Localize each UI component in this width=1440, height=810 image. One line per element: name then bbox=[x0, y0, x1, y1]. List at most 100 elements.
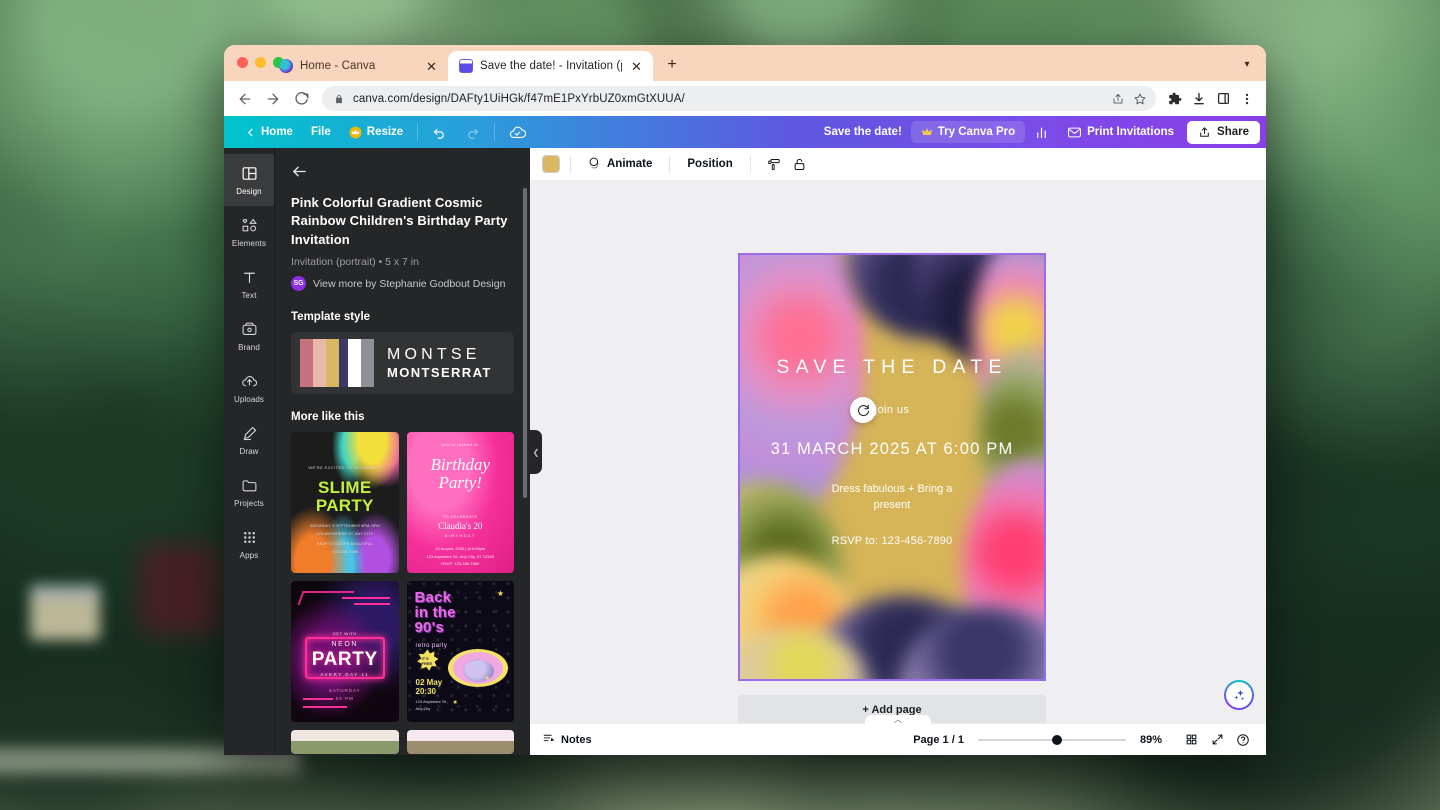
page-color-button[interactable] bbox=[542, 155, 560, 173]
sidebar-item-label: Design bbox=[236, 186, 262, 196]
file-button[interactable]: File bbox=[302, 121, 340, 143]
sidebar-item-projects[interactable]: Projects bbox=[224, 466, 274, 518]
sidebar-item-design[interactable]: Design bbox=[224, 154, 274, 206]
share-button[interactable]: Share bbox=[1187, 120, 1260, 144]
panel-scrollbar[interactable] bbox=[523, 188, 527, 498]
minimize-window-button[interactable] bbox=[255, 57, 266, 68]
side-panel-icon[interactable] bbox=[1212, 88, 1234, 110]
sidebar-item-label: Text bbox=[241, 290, 257, 300]
template-author[interactable]: SG View more by Stephanie Godbout Design bbox=[291, 276, 514, 292]
page-indicator[interactable]: Page 1 / 1 bbox=[913, 734, 964, 746]
close-window-button[interactable] bbox=[237, 57, 248, 68]
divider bbox=[669, 155, 671, 173]
resize-button[interactable]: Resize bbox=[340, 121, 412, 144]
list-item[interactable] bbox=[406, 730, 514, 755]
design-page[interactable]: SAVE THE DATE join us 31 MARCH 2025 AT 6… bbox=[738, 253, 1046, 681]
browser-window: Home - Canva ✕ Save the date! - Invitati… bbox=[224, 45, 1266, 755]
list-item[interactable]: Back in the 90's retro party IT'S FREE 02 M… bbox=[406, 581, 514, 723]
sidebar-item-elements[interactable]: Elements bbox=[224, 206, 274, 258]
position-button[interactable]: Position bbox=[680, 154, 739, 174]
avatar: SG bbox=[291, 276, 306, 292]
animate-button[interactable]: Animate bbox=[581, 152, 659, 177]
home-button[interactable]: Home bbox=[236, 121, 302, 143]
divider bbox=[749, 155, 751, 173]
lock-icon bbox=[331, 91, 346, 106]
list-item[interactable]: SLIME PARTY WE'RE EXCITED TO CELEBRATE SA… bbox=[291, 432, 399, 574]
close-icon[interactable]: ✕ bbox=[424, 59, 439, 74]
share-icon[interactable] bbox=[1110, 91, 1125, 106]
help-icon[interactable] bbox=[1232, 729, 1254, 751]
event-date-time: 31 MARCH 2025 AT 6:00 PM bbox=[770, 440, 1014, 458]
rotate-handle-button[interactable] bbox=[850, 397, 876, 423]
fullscreen-icon[interactable] bbox=[1206, 729, 1228, 751]
color-swatches bbox=[291, 332, 374, 394]
grid-view-icon[interactable] bbox=[1180, 729, 1202, 751]
zoom-slider[interactable] bbox=[977, 734, 1126, 745]
list-item[interactable]: GET WITH NEON PARTY AVERY DAY 11 SATURDA… bbox=[291, 581, 399, 723]
magic-studio-button[interactable] bbox=[1224, 680, 1254, 710]
sidebar-item-text[interactable]: Text bbox=[224, 258, 274, 310]
browser-menu-icon[interactable] bbox=[1236, 88, 1258, 110]
sidebar-item-label: Brand bbox=[238, 342, 260, 352]
sidebar-item-draw[interactable]: Draw bbox=[224, 414, 274, 466]
brand-kit-icon bbox=[241, 321, 258, 340]
print-invitations-button[interactable]: Print Invitations bbox=[1058, 120, 1183, 145]
notes-button[interactable]: Notes bbox=[542, 732, 592, 748]
list-item[interactable]: you're invited to Birthday Party! TO CELE… bbox=[406, 432, 514, 574]
template-style-card[interactable]: MONTSE MONTSERRAT bbox=[291, 332, 514, 395]
template-title: Pink Colorful Gradient Cosmic Rainbow Ch… bbox=[291, 195, 508, 247]
wallpaper-blob bbox=[140, 545, 220, 635]
cloud-saved-icon[interactable] bbox=[500, 119, 535, 146]
notes-expand-handle[interactable]: ︿ bbox=[865, 715, 931, 725]
sidebar-item-uploads[interactable]: Uploads bbox=[224, 362, 274, 414]
list-item[interactable] bbox=[291, 730, 399, 755]
panel-back-button[interactable] bbox=[291, 160, 313, 182]
forward-icon[interactable] bbox=[260, 86, 286, 112]
swatch-1 bbox=[313, 339, 326, 388]
reload-icon[interactable] bbox=[288, 86, 314, 112]
notes-label: Notes bbox=[561, 733, 592, 746]
insights-button[interactable] bbox=[1025, 120, 1058, 145]
subhead-join-us: join us bbox=[874, 404, 910, 416]
swatch-5 bbox=[361, 339, 374, 388]
browser-toolbar: canva.com/design/DAFty1UiHGk/f47mE1PxYrb… bbox=[224, 81, 1266, 116]
extensions-icon[interactable] bbox=[1164, 88, 1186, 110]
document-title[interactable]: Save the date! bbox=[815, 121, 911, 143]
style-fonts: MONTSE MONTSERRAT bbox=[374, 332, 492, 394]
address-bar[interactable]: canva.com/design/DAFty1UiHGk/f47mE1PxYrb… bbox=[322, 86, 1156, 111]
try-canva-pro-button[interactable]: Try Canva Pro bbox=[910, 121, 1026, 143]
sidebar-item-brand[interactable]: Brand bbox=[224, 310, 274, 362]
undo-button[interactable] bbox=[423, 120, 456, 145]
layout-icon bbox=[241, 165, 258, 184]
divider bbox=[417, 123, 419, 141]
bookmark-star-icon[interactable] bbox=[1132, 91, 1147, 106]
animate-label: Animate bbox=[607, 158, 653, 170]
close-icon[interactable]: ✕ bbox=[629, 59, 644, 74]
crown-icon bbox=[349, 126, 362, 139]
rsvp-line: RSVP to: 123-456-7890 bbox=[831, 535, 953, 548]
zoom-value[interactable]: 89% bbox=[1140, 734, 1162, 746]
headline-save-the-date: SAVE THE DATE bbox=[776, 356, 1008, 378]
left-rail: Design Elements Text Brand Uploads Draw … bbox=[224, 148, 275, 755]
divider bbox=[494, 123, 496, 141]
lock-icon[interactable] bbox=[787, 152, 813, 176]
zoom-slider-handle[interactable] bbox=[1051, 734, 1062, 745]
brush-icon[interactable] bbox=[761, 152, 787, 176]
back-icon[interactable] bbox=[232, 86, 258, 112]
text-t-icon bbox=[241, 269, 258, 288]
design-panel: Pink Colorful Gradient Cosmic Rainbow Ch… bbox=[275, 148, 530, 755]
swatch-2 bbox=[326, 339, 339, 388]
chevron-down-icon[interactable]: ▾ bbox=[1238, 55, 1256, 73]
redo-button[interactable] bbox=[456, 120, 489, 145]
downloads-icon[interactable] bbox=[1188, 88, 1210, 110]
template-meta: Invitation (portrait) • 5 x 7 in bbox=[291, 256, 419, 269]
share-label: Share bbox=[1217, 126, 1249, 138]
browser-tab-home[interactable]: Home - Canva ✕ bbox=[268, 51, 448, 81]
sidebar-item-apps[interactable]: Apps bbox=[224, 518, 274, 570]
author-link[interactable]: View more by Stephanie Godbout Design bbox=[313, 278, 505, 290]
collapse-panel-button[interactable]: ❮ bbox=[530, 430, 542, 474]
canvas-area[interactable]: SAVE THE DATE join us 31 MARCH 2025 AT 6… bbox=[530, 181, 1266, 723]
new-tab-button[interactable]: + bbox=[659, 52, 685, 78]
shapes-icon bbox=[241, 217, 258, 236]
browser-tab-design[interactable]: Save the date! - Invitation (por ✕ bbox=[448, 51, 653, 81]
